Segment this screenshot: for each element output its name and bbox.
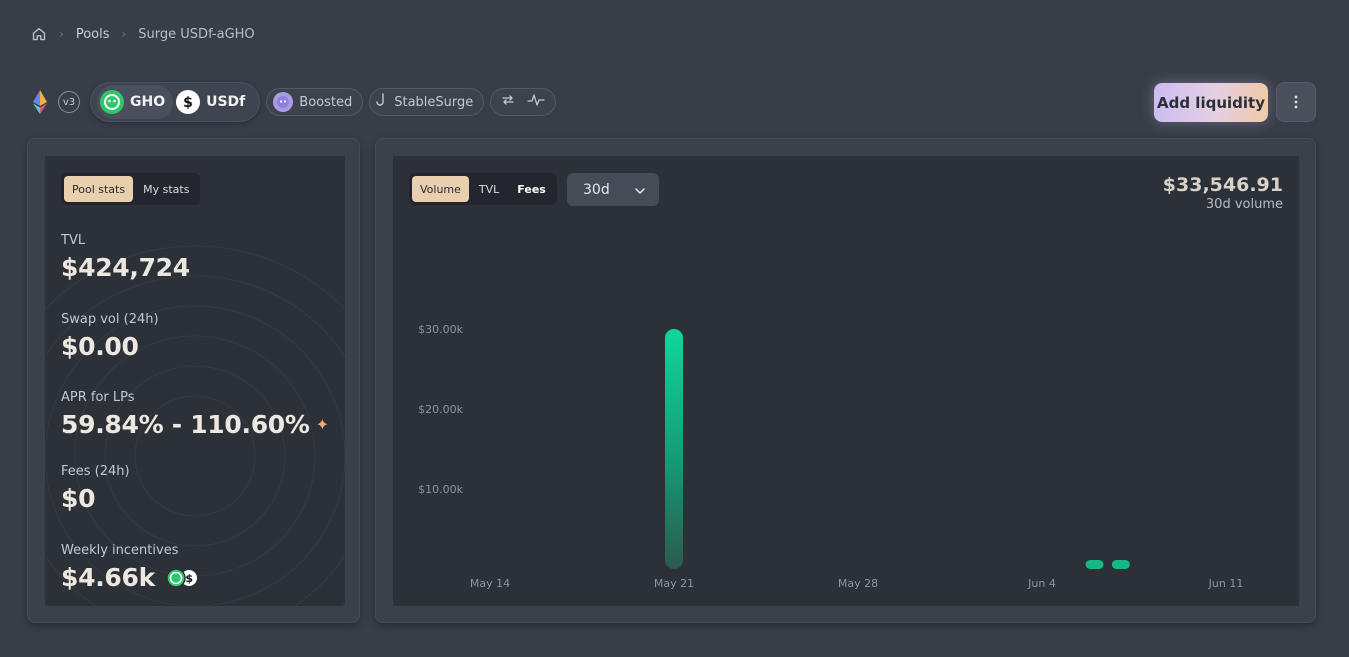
token-usdf[interactable]: $ USDf	[173, 85, 253, 119]
svg-text:$: $	[185, 572, 192, 585]
tag-label: Boosted	[299, 94, 353, 110]
x-tick-label: May 21	[654, 577, 694, 590]
volume-chart-panel: $10.00k $20.00k $30.00k May 14 May 21 May 28 J…	[393, 156, 1299, 606]
token-group[interactable]: GHO $ USDf	[90, 82, 261, 122]
stat-tvl: TVL $424,724	[61, 233, 190, 282]
chevron-right-icon: ›	[59, 27, 64, 41]
background-rings	[45, 245, 345, 606]
add-liquidity-button[interactable]: Add liquidity	[1154, 83, 1268, 122]
x-tick-label: Jun 11	[1208, 577, 1244, 590]
token-symbol: USDf	[206, 94, 246, 110]
stat-label: Fees (24h)	[61, 464, 130, 479]
volume-total-value: $33,546.91	[1162, 174, 1283, 196]
swap-arrows-icon	[501, 93, 515, 111]
version-badge: v3	[58, 91, 80, 113]
usdf-icon: $	[176, 90, 201, 114]
y-tick-label: $30.00k	[418, 323, 463, 336]
tab-volume[interactable]: Volume	[412, 176, 469, 202]
gho-icon	[100, 90, 124, 114]
token-gho[interactable]: GHO	[97, 85, 174, 119]
stat-value: $4.66k $	[61, 563, 199, 592]
chevron-down-icon	[635, 182, 645, 198]
stat-weekly-incentives: Weekly incentives $4.66k $	[61, 543, 199, 592]
breadcrumb: › Pools › Surge USDf-aGHO	[31, 24, 255, 44]
chevron-right-icon: ›	[121, 27, 127, 41]
stat-label: Weekly incentives	[61, 543, 179, 558]
ethereum-icon	[30, 89, 50, 115]
pool-stats-panel: Pool stats My stats TVL $424,724 Swap vo…	[45, 156, 345, 606]
period-select[interactable]: 30d	[567, 173, 659, 206]
stablesurge-tag[interactable]: StableSurge	[369, 88, 485, 116]
stat-value-text: $0	[61, 484, 96, 513]
stat-value: 59.84% - 110.60% ✦	[61, 410, 329, 439]
svg-text:$: $	[183, 95, 193, 111]
stat-value-text: $0.00	[61, 332, 139, 361]
tab-my-stats[interactable]: My stats	[135, 176, 197, 202]
tab-pool-stats[interactable]: Pool stats	[64, 176, 134, 202]
stat-fees: Fees (24h) $0	[61, 464, 130, 513]
stat-label: Swap vol (24h)	[61, 312, 159, 327]
chart-tabs: Volume TVL Fees	[409, 173, 557, 205]
stat-label: TVL	[61, 233, 86, 248]
volume-total-label: 30d volume	[1205, 197, 1283, 212]
sparkle-icon[interactable]: ✦	[316, 415, 329, 434]
volume-total: $33,546.91 30d volume	[1163, 174, 1283, 212]
breadcrumb-pools[interactable]: Pools	[76, 27, 110, 42]
more-vertical-icon[interactable]	[1276, 82, 1316, 122]
stat-value-text: $4.66k	[61, 563, 155, 592]
x-tick-label: May 14	[470, 577, 510, 590]
x-tick-label: May 28	[838, 577, 878, 590]
volume-bar[interactable]	[1085, 560, 1104, 569]
stat-apr: APR for LPs 59.84% - 110.60% ✦	[61, 390, 329, 439]
tab-fees[interactable]: Fees	[509, 176, 554, 202]
stat-value-text: 59.84% - 110.60%	[61, 410, 310, 439]
x-tick-label: Jun 4	[1027, 577, 1056, 590]
token-symbol: GHO	[130, 94, 166, 110]
stat-label: APR for LPs	[61, 390, 135, 405]
boosted-icon	[273, 92, 294, 112]
y-tick-label: $20.00k	[418, 403, 463, 416]
pool-stats-card: Pool stats My stats TVL $424,724 Swap vo…	[27, 138, 360, 623]
pulse-icon	[527, 93, 545, 111]
volume-chart: $10.00k $20.00k $30.00k May 14 May 21 May 28 J…	[418, 323, 1244, 590]
hook-icon	[376, 93, 388, 111]
incentive-token-icons[interactable]: $	[165, 567, 199, 588]
period-value: 30d	[583, 181, 610, 198]
stat-value: $0.00	[61, 332, 159, 361]
stats-tabs: Pool stats My stats	[61, 173, 201, 205]
pool-header: v3 GHO $ USDf Boosted StableSurge	[30, 82, 557, 122]
stat-value: $424,724	[61, 253, 190, 282]
tab-tvl[interactable]: TVL	[471, 176, 507, 202]
stat-value-text: $424,724	[61, 253, 190, 282]
stat-value: $0	[61, 484, 130, 513]
volume-chart-card: $10.00k $20.00k $30.00k May 14 May 21 May 28 J…	[375, 138, 1316, 623]
breadcrumb-current: Surge USDf-aGHO	[138, 26, 255, 42]
tag-label: StableSurge	[394, 94, 474, 110]
volume-bar[interactable]	[1111, 560, 1130, 569]
volume-bar[interactable]	[665, 329, 683, 569]
boosted-tag[interactable]: Boosted	[266, 88, 364, 116]
stat-swap-volume: Swap vol (24h) $0.00	[61, 312, 159, 361]
home-icon[interactable]	[31, 26, 47, 42]
swap-fee-tag[interactable]	[490, 88, 557, 116]
y-tick-label: $10.00k	[418, 483, 463, 496]
